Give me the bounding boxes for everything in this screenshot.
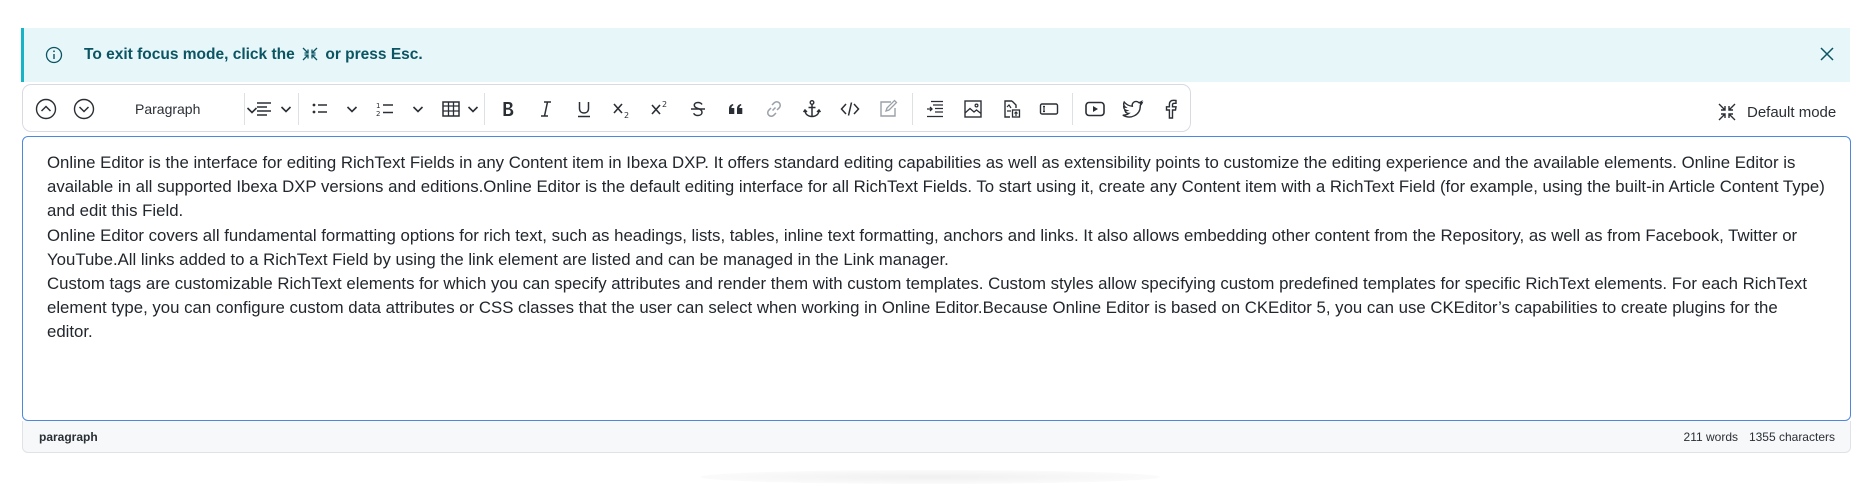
bold-button[interactable] xyxy=(493,94,523,124)
banner-message-start: To exit focus mode, click the xyxy=(84,46,295,63)
toolbar-separator xyxy=(484,93,485,125)
table-button[interactable] xyxy=(436,94,466,124)
editor-toolbar: Paragraph 12 2 2 xyxy=(22,84,1191,132)
chevron-down-icon[interactable] xyxy=(466,102,480,116)
code-button[interactable] xyxy=(835,94,865,124)
element-path[interactable]: paragraph xyxy=(39,430,98,444)
editor-paragraph[interactable]: Online Editor covers all fundamental for… xyxy=(47,224,1827,272)
youtube-button[interactable] xyxy=(1080,94,1110,124)
underline-icon xyxy=(578,102,590,118)
svg-text:2: 2 xyxy=(662,100,667,109)
youtube-icon xyxy=(1085,101,1105,117)
editor-content[interactable]: Online Editor is the interface for editi… xyxy=(47,151,1827,345)
chevron-down-icon[interactable] xyxy=(279,102,293,116)
move-down-button[interactable] xyxy=(69,94,99,124)
table-icon xyxy=(442,101,460,117)
focus-mode-icon xyxy=(302,47,318,61)
close-icon[interactable] xyxy=(1816,43,1838,65)
anchor-icon xyxy=(802,100,822,118)
shadow-decoration xyxy=(700,470,1160,484)
align-left-icon xyxy=(257,102,271,116)
toolbar-separator xyxy=(244,93,245,125)
italic-icon xyxy=(541,101,551,117)
editor-statusbar: paragraph 211 words 1355 characters xyxy=(22,421,1851,453)
facebook-button[interactable] xyxy=(1156,94,1186,124)
banner-message: To exit focus mode, click the or press E… xyxy=(84,46,423,64)
strikethrough-button[interactable] xyxy=(683,94,713,124)
banner-message-end: or press Esc. xyxy=(325,46,423,63)
twitter-button[interactable] xyxy=(1118,94,1148,124)
default-mode-label: Default mode xyxy=(1747,103,1837,121)
numbered-list-button[interactable]: 12 xyxy=(370,94,400,124)
chevron-down-icon[interactable] xyxy=(411,102,425,116)
chevron-down-icon[interactable] xyxy=(345,102,359,116)
heading-dropdown-label: Paragraph xyxy=(135,101,201,117)
chevron-down-circle-icon xyxy=(73,98,95,120)
richtext-editor[interactable]: Online Editor is the interface for editi… xyxy=(22,136,1851,421)
toolbar-separator xyxy=(1072,93,1073,125)
default-mode-button[interactable]: Default mode xyxy=(1717,100,1836,124)
toolbar-separator xyxy=(298,93,299,125)
numbered-list-icon: 12 xyxy=(376,102,393,118)
link-icon xyxy=(767,101,781,117)
custom-style-button[interactable] xyxy=(1034,94,1064,124)
svg-text:2: 2 xyxy=(376,110,380,118)
link-button[interactable] xyxy=(759,94,789,124)
embed-inline-button[interactable] xyxy=(920,94,950,124)
subscript-button[interactable]: 2 xyxy=(607,94,637,124)
bold-icon xyxy=(503,102,514,116)
underline-button[interactable] xyxy=(569,94,599,124)
embed-file-button[interactable] xyxy=(996,94,1026,124)
character-count: 1355 characters xyxy=(1748,430,1835,444)
image-icon xyxy=(964,100,982,118)
embed-inline-icon xyxy=(927,100,943,118)
bulleted-list-button[interactable] xyxy=(305,94,335,124)
alignment-button[interactable] xyxy=(249,94,279,124)
embed-image-button[interactable] xyxy=(958,94,988,124)
custom-tag-button[interactable] xyxy=(873,94,903,124)
move-up-button[interactable] xyxy=(31,94,61,124)
strikethrough-icon xyxy=(691,101,705,117)
anchor-button[interactable] xyxy=(797,94,827,124)
toolbar-separator xyxy=(912,93,913,125)
editor-paragraph[interactable]: Custom tags are customizable RichText el… xyxy=(47,272,1827,345)
quote-icon xyxy=(729,104,743,114)
code-icon xyxy=(840,102,860,116)
focus-mode-banner: To exit focus mode, click the or press E… xyxy=(21,28,1850,82)
word-count: 211 words xyxy=(1683,430,1738,444)
text-field-icon xyxy=(1039,103,1059,115)
superscript-icon: 2 xyxy=(651,100,667,115)
edit-disabled-icon xyxy=(880,99,898,117)
subscript-icon: 2 xyxy=(613,103,629,120)
editor-paragraph[interactable]: Online Editor is the interface for editi… xyxy=(47,151,1827,224)
svg-text:1: 1 xyxy=(376,102,380,110)
collapse-icon xyxy=(1718,103,1736,121)
heading-dropdown[interactable]: Paragraph xyxy=(113,93,259,125)
chevron-up-circle-icon xyxy=(35,98,57,120)
svg-text:2: 2 xyxy=(624,111,629,120)
info-icon xyxy=(45,46,63,64)
bulleted-list-icon xyxy=(312,103,327,114)
facebook-icon xyxy=(1165,99,1177,119)
italic-button[interactable] xyxy=(531,94,561,124)
superscript-button[interactable]: 2 xyxy=(645,94,675,124)
twitter-icon xyxy=(1122,100,1144,118)
file-upload-icon xyxy=(1004,100,1021,118)
blockquote-button[interactable] xyxy=(721,94,751,124)
